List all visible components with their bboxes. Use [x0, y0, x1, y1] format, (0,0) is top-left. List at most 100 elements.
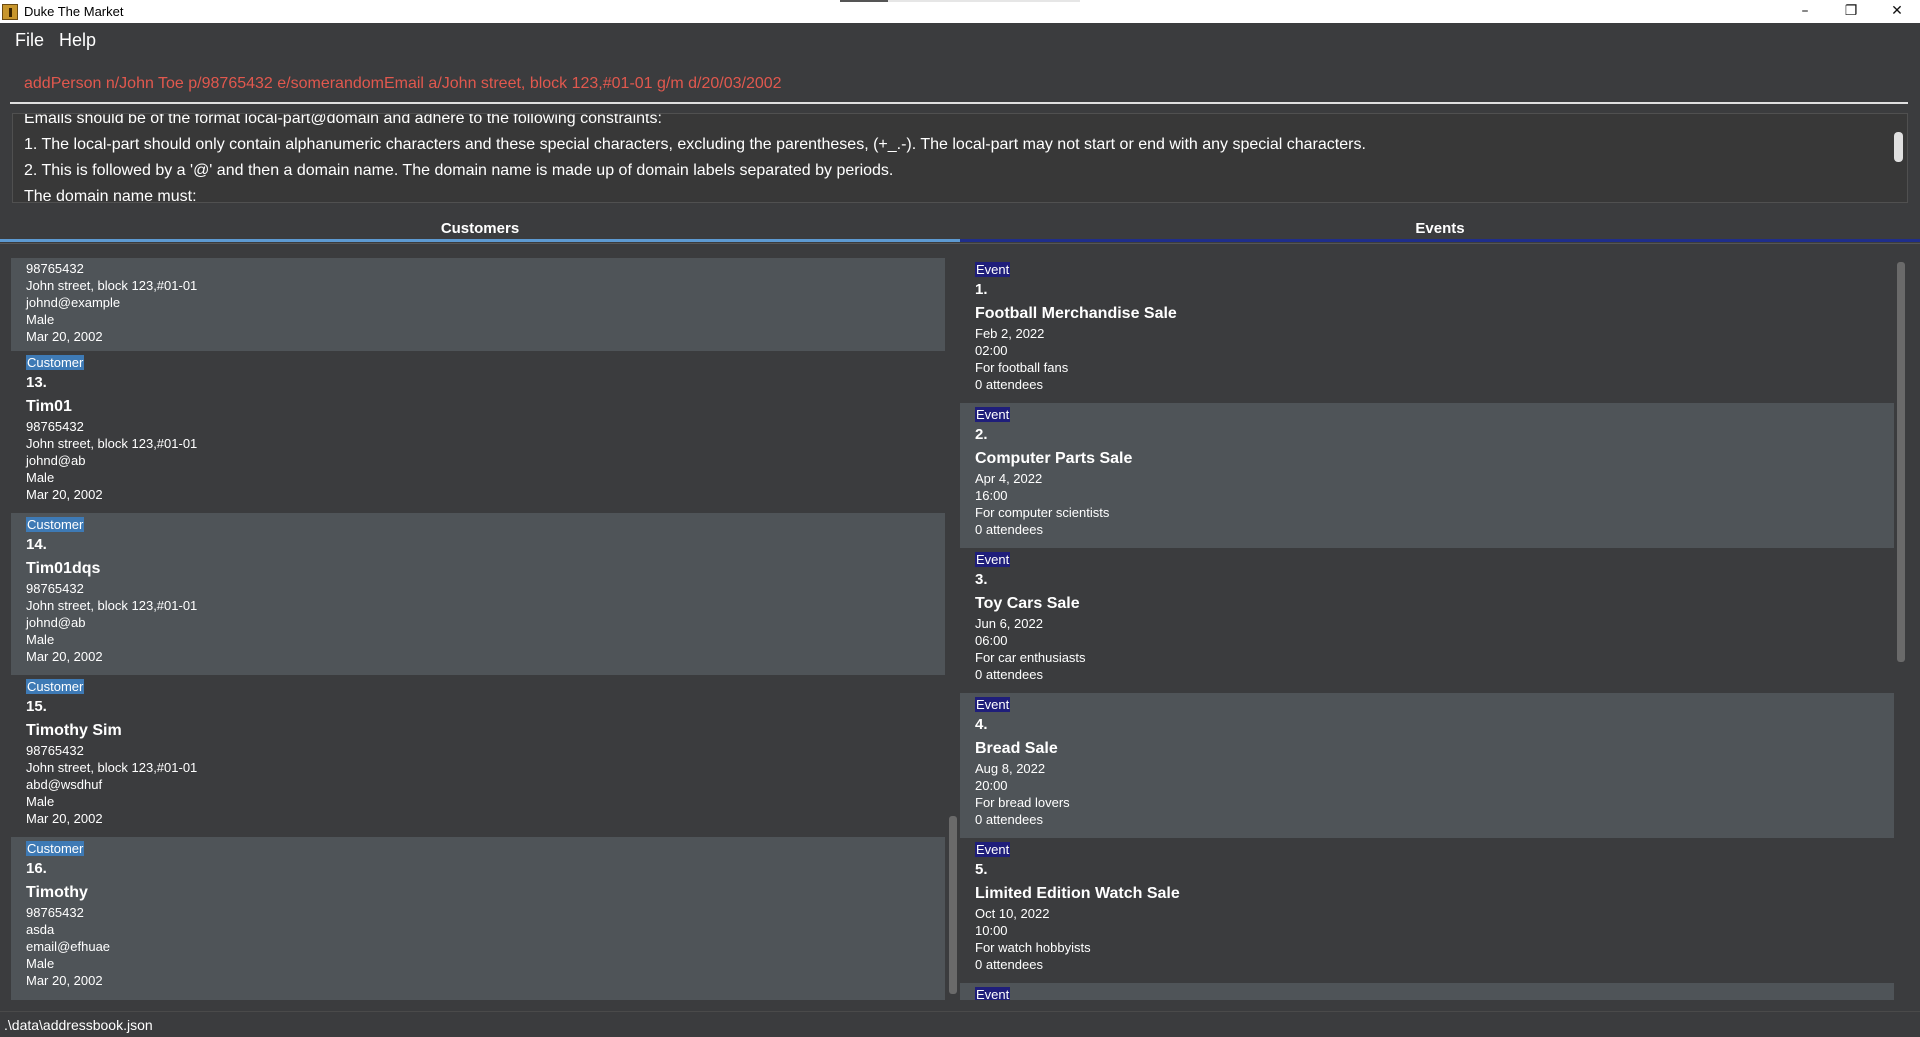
tab-bar: Customers Events: [0, 214, 1920, 242]
event-date: Aug 8, 2022: [975, 761, 1046, 776]
customer-gender: Male: [26, 632, 55, 647]
close-icon: ✕: [1891, 2, 1903, 19]
customer-tag: Customer: [26, 355, 85, 370]
event-tag: Event: [975, 552, 1011, 567]
event-date: Feb 2, 2022: [975, 326, 1045, 341]
result-text: Emails should be of the format local-par…: [24, 113, 1366, 203]
menu-help[interactable]: Help: [59, 30, 96, 51]
command-box: [10, 66, 1908, 104]
window-controls: – ❐ ✕: [1782, 0, 1920, 23]
save-file-path: .\data\addressbook.json: [4, 1016, 153, 1033]
customer-index: 13.: [26, 374, 47, 391]
event-time: 06:00: [975, 633, 1008, 648]
event-purpose: For computer scientists: [975, 505, 1110, 520]
event-name: Toy Cars Sale: [975, 595, 1080, 612]
customer-address: John street, block 123,#01-01: [26, 598, 198, 613]
customer-tag: Customer: [26, 517, 85, 532]
event-name: Football Merchandise Sale: [975, 305, 1177, 322]
event-card[interactable]: Event 2. Computer Parts Sale Apr 4, 2022…: [960, 403, 1894, 548]
event-index: 3.: [975, 571, 988, 588]
close-button[interactable]: ✕: [1874, 0, 1920, 21]
customer-address: asda: [26, 922, 55, 937]
event-time: 20:00: [975, 778, 1008, 793]
event-card[interactable]: Event 4. Bread Sale Aug 8, 2022 20:00 Fo…: [960, 693, 1894, 838]
customer-card[interactable]: Customer 14. Tim01dqs 98765432 John stre…: [11, 513, 945, 675]
customer-index: 14.: [26, 536, 47, 553]
event-tag: Event: [975, 407, 1011, 422]
menu-bar: File Help: [0, 23, 1920, 58]
customer-tag: Customer: [26, 679, 85, 694]
customer-phone: 98765432: [26, 419, 84, 434]
result-line: The domain name must:: [24, 188, 197, 203]
event-purpose: For football fans: [975, 360, 1069, 375]
customer-tag: Customer: [26, 841, 85, 856]
event-name: Computer Parts Sale: [975, 450, 1133, 467]
event-attendees: 0 attendees: [975, 667, 1043, 682]
customer-name: Timothy: [26, 884, 88, 901]
customer-card[interactable]: Customer 13. Tim01 98765432 John street,…: [11, 351, 945, 513]
customer-list-scrollbar-thumb[interactable]: [949, 816, 957, 994]
event-time: 16:00: [975, 488, 1008, 503]
event-tag: Event: [975, 697, 1011, 712]
customer-birthday: Mar 20, 2002: [26, 811, 103, 826]
event-date: Oct 10, 2022: [975, 906, 1050, 921]
event-attendees: 0 attendees: [975, 957, 1043, 972]
event-date: Jun 6, 2022: [975, 616, 1043, 631]
event-tag: Event: [975, 987, 1011, 1000]
customer-email: abd@wsdhuf: [26, 777, 103, 792]
event-index: 2.: [975, 426, 988, 443]
customer-phone: 98765432: [26, 905, 84, 920]
result-scrollbar-thumb[interactable]: [1894, 132, 1903, 162]
event-purpose: For watch hobbyists: [975, 940, 1091, 955]
command-input[interactable]: [10, 66, 1908, 102]
event-index: 1.: [975, 281, 988, 298]
event-attendees: 0 attendees: [975, 522, 1043, 537]
customer-index: 16.: [26, 860, 47, 877]
result-line: 1. The local-part should only contain al…: [24, 136, 1366, 153]
customer-email: email@efhuae: [26, 939, 111, 954]
customer-card-partial[interactable]: 98765432 John street, block 123,#01-01 j…: [11, 258, 945, 351]
customer-gender: Male: [26, 794, 55, 809]
event-card[interactable]: Event 3. Toy Cars Sale Jun 6, 2022 06:00…: [960, 548, 1894, 693]
title-drag-indicator: [840, 0, 1080, 2]
maximize-button[interactable]: ❐: [1828, 0, 1874, 21]
customer-gender: Male: [26, 470, 55, 485]
minimize-button[interactable]: –: [1782, 0, 1828, 21]
customer-card[interactable]: Customer 16. Timothy 98765432 asda email…: [11, 837, 945, 1000]
customer-email: johnd@ab: [26, 453, 86, 468]
result-line: Emails should be of the format local-par…: [24, 113, 662, 127]
customer-phone: 98765432: [26, 743, 84, 758]
menu-file[interactable]: File: [15, 30, 44, 51]
event-tag: Event: [975, 262, 1011, 277]
event-card-partial[interactable]: Event: [960, 983, 1894, 1000]
customer-name: Timothy Sim: [26, 722, 122, 739]
minimize-icon: –: [1801, 2, 1809, 19]
tab-divider: [0, 243, 1920, 244]
event-list[interactable]: Event 1. Football Merchandise Sale Feb 2…: [960, 258, 1894, 1000]
status-bar: .\data\addressbook.json: [0, 1011, 1920, 1037]
event-card[interactable]: Event 1. Football Merchandise Sale Feb 2…: [960, 258, 1894, 403]
event-list-scrollbar-thumb[interactable]: [1897, 262, 1905, 662]
customer-email: johnd@example: [26, 295, 121, 310]
customer-gender: Male: [26, 956, 55, 971]
customer-birthday: Mar 20, 2002: [26, 973, 103, 988]
title-bar: Duke The Market – ❐ ✕: [0, 0, 1920, 23]
customer-name: Tim01dqs: [26, 560, 101, 577]
customer-email: johnd@ab: [26, 615, 86, 630]
event-attendees: 0 attendees: [975, 377, 1043, 392]
event-card[interactable]: Event 5. Limited Edition Watch Sale Oct …: [960, 838, 1894, 983]
event-index: 5.: [975, 861, 988, 878]
customer-list[interactable]: 98765432 John street, block 123,#01-01 j…: [11, 258, 945, 1000]
customer-address: John street, block 123,#01-01: [26, 278, 198, 293]
customer-address: John street, block 123,#01-01: [26, 760, 198, 775]
result-line: 2. This is followed by a '@' and then a …: [24, 162, 894, 179]
event-time: 10:00: [975, 923, 1008, 938]
customer-address: John street, block 123,#01-01: [26, 436, 198, 451]
result-display[interactable]: Emails should be of the format local-par…: [12, 113, 1908, 203]
event-tag: Event: [975, 842, 1011, 857]
tab-events[interactable]: Events: [960, 214, 1920, 242]
customer-name: Tim01: [26, 398, 72, 415]
tab-customers[interactable]: Customers: [0, 214, 960, 242]
customer-card[interactable]: Customer 15. Timothy Sim 98765432 John s…: [11, 675, 945, 837]
customer-gender: Male: [26, 312, 55, 327]
